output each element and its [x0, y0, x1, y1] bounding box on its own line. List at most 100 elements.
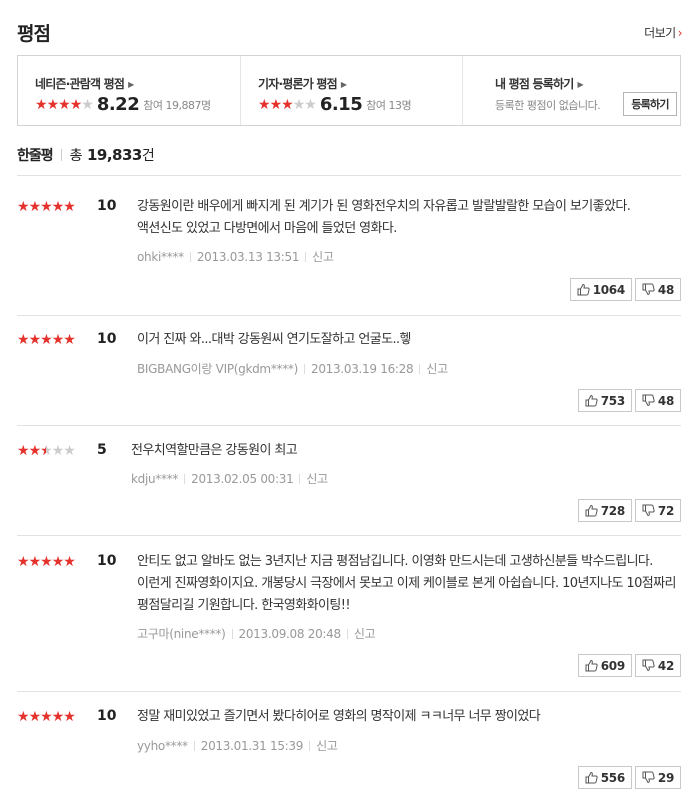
report-link[interactable]: 신고 [316, 739, 338, 753]
netizen-count: 참여 19,887명 [143, 98, 211, 112]
star-icon: ★ [51, 443, 65, 459]
review-user[interactable]: ohki**** [137, 250, 184, 264]
divider [305, 252, 307, 262]
star-icon: ★ [269, 96, 283, 113]
vote-buttons: 609 42 [575, 654, 681, 677]
rating-summary: 네티즌·관람객 평점 ▶ ★★★★★ 8.22 참여 19,887명 기자·평론가 평… [17, 55, 681, 126]
divider [189, 252, 191, 262]
like-count: 753 [600, 393, 625, 408]
thumbs-down-icon [642, 283, 655, 295]
review-count-label: 한줄평 [17, 148, 54, 164]
review-count-header: 한줄평 총 19,833건 [17, 145, 155, 165]
report-link[interactable]: 신고 [306, 472, 328, 486]
review-score: 10 [97, 553, 117, 569]
review-text: 정말 재미있었고 즐기면서 봤다히어로 영화의 명작이제 ㅋㅋ너무 너무 짱이었… [137, 709, 541, 724]
star-icon: ★ [304, 96, 317, 113]
review-user[interactable]: 고구마(nine****) [137, 627, 226, 641]
dislike-button[interactable]: 42 [634, 654, 681, 677]
review-date: 2013.09.08 20:48 [238, 627, 342, 641]
review-text: 전우치역할만큼은 강동원이 최고 [131, 443, 298, 458]
like-button[interactable]: 609 [577, 654, 632, 677]
divider [17, 175, 681, 176]
divider [419, 364, 421, 374]
star-icon: ★ [51, 709, 65, 725]
star-icon: ★ [40, 332, 53, 348]
like-button[interactable]: 753 [577, 389, 632, 412]
netizen-rating: 네티즌·관람객 평점 ▶ ★★★★★ 8.22 참여 19,887명 [18, 56, 240, 125]
chevron-right-icon: › [677, 26, 683, 40]
report-link[interactable]: 신고 [312, 250, 334, 264]
star-icon: ★ [28, 554, 42, 570]
review-score: 5 [97, 442, 107, 458]
review-stars: ★★★★★ [17, 554, 76, 570]
dislike-count: 48 [657, 393, 674, 408]
critic-rating: 기자·평론가 평점 ▶ ★★★★★ 6.15 참여 13명 [240, 56, 463, 125]
review-date: 2013.03.19 16:28 [311, 362, 414, 376]
review-meta: 고구마(nine****) 2013.09.08 20:48 신고 [137, 625, 376, 642]
star-icon: ★ [46, 96, 60, 113]
like-button[interactable]: 556 [577, 766, 632, 789]
star-icon: ★ [69, 96, 83, 113]
review-user[interactable]: kdju**** [131, 472, 178, 486]
my-rating-link[interactable]: 내 평점 등록하기 ▶ [495, 75, 584, 92]
dislike-count: 48 [657, 282, 674, 297]
review-text: 안티도 없고 알바도 없는 3년지난 지금 평점남깁니다. 이영화 만드시는데 … [137, 554, 676, 613]
star-icon: ★ [63, 554, 76, 570]
dislike-button[interactable]: 72 [634, 499, 681, 522]
netizen-rating-link[interactable]: 네티즌·관람객 평점 ▶ [35, 75, 134, 92]
review-score: 10 [97, 331, 117, 347]
review-stars: ★★★★★ [17, 709, 76, 725]
dislike-button[interactable]: 48 [634, 278, 681, 301]
divider [60, 149, 62, 161]
dislike-count: 29 [657, 770, 674, 785]
critic-rating-label: 기자·평론가 평점 [258, 77, 338, 91]
star-icon: ★ [63, 443, 76, 459]
star-icon: ★ [40, 443, 53, 459]
review-user[interactable]: BIGBANG이랑 VIP(gkdm****) [137, 362, 298, 376]
star-icon: ★ [51, 199, 65, 215]
report-link[interactable]: 신고 [354, 627, 376, 641]
more-link[interactable]: 더보기 › [644, 24, 682, 41]
review-score: 10 [97, 198, 117, 214]
star-icon: ★ [28, 709, 42, 725]
thumbs-up-icon [585, 659, 598, 671]
report-link[interactable]: 신고 [426, 362, 448, 376]
review-stars: ★★★★★ [17, 332, 76, 348]
like-count: 1064 [592, 282, 626, 297]
star-icon: ★ [28, 443, 42, 459]
review-meta: BIGBANG이랑 VIP(gkdm****) 2013.03.19 16:28 신… [137, 360, 448, 377]
review-meta: kdju**** 2013.02.05 00:31 신고 [131, 470, 328, 487]
star-icon: ★ [17, 554, 30, 570]
dislike-button[interactable]: 48 [634, 389, 681, 412]
like-button[interactable]: 728 [577, 499, 632, 522]
star-icon: ★ [63, 709, 76, 725]
divider [346, 629, 348, 639]
star-icon: ★ [28, 199, 42, 215]
arrow-right-icon: ▶ [577, 80, 583, 89]
divider [184, 474, 186, 484]
thumbs-down-icon [642, 771, 655, 783]
review-total-label: 총 [69, 148, 83, 164]
my-rating-empty-message: 등록한 평점이 없습니다. [495, 99, 601, 112]
dislike-button[interactable]: 29 [634, 766, 681, 789]
thumbs-up-icon [585, 394, 598, 406]
divider [299, 474, 301, 484]
thumbs-down-icon [642, 504, 655, 516]
register-rating-button[interactable]: 등록하기 [623, 92, 677, 116]
my-rating: 내 평점 등록하기 ▶ 등록한 평점이 없습니다. 등록하기 [462, 56, 681, 125]
dislike-count: 42 [657, 658, 674, 673]
critic-score: 6.15 [319, 94, 363, 115]
critic-stars: ★★★★★ [258, 96, 317, 113]
arrow-right-icon: ▶ [340, 80, 347, 89]
thumbs-down-icon [642, 659, 655, 671]
review-user[interactable]: yyho**** [137, 739, 188, 753]
divider [309, 741, 311, 751]
like-count: 728 [600, 503, 625, 518]
more-label: 더보기 [644, 26, 676, 40]
critic-rating-link[interactable]: 기자·평론가 평점 ▶ [258, 75, 347, 92]
star-icon: ★ [51, 554, 65, 570]
dislike-count: 72 [657, 503, 674, 518]
like-button[interactable]: 1064 [569, 278, 632, 301]
vote-buttons: 1064 48 [567, 278, 681, 301]
star-icon: ★ [17, 443, 30, 459]
